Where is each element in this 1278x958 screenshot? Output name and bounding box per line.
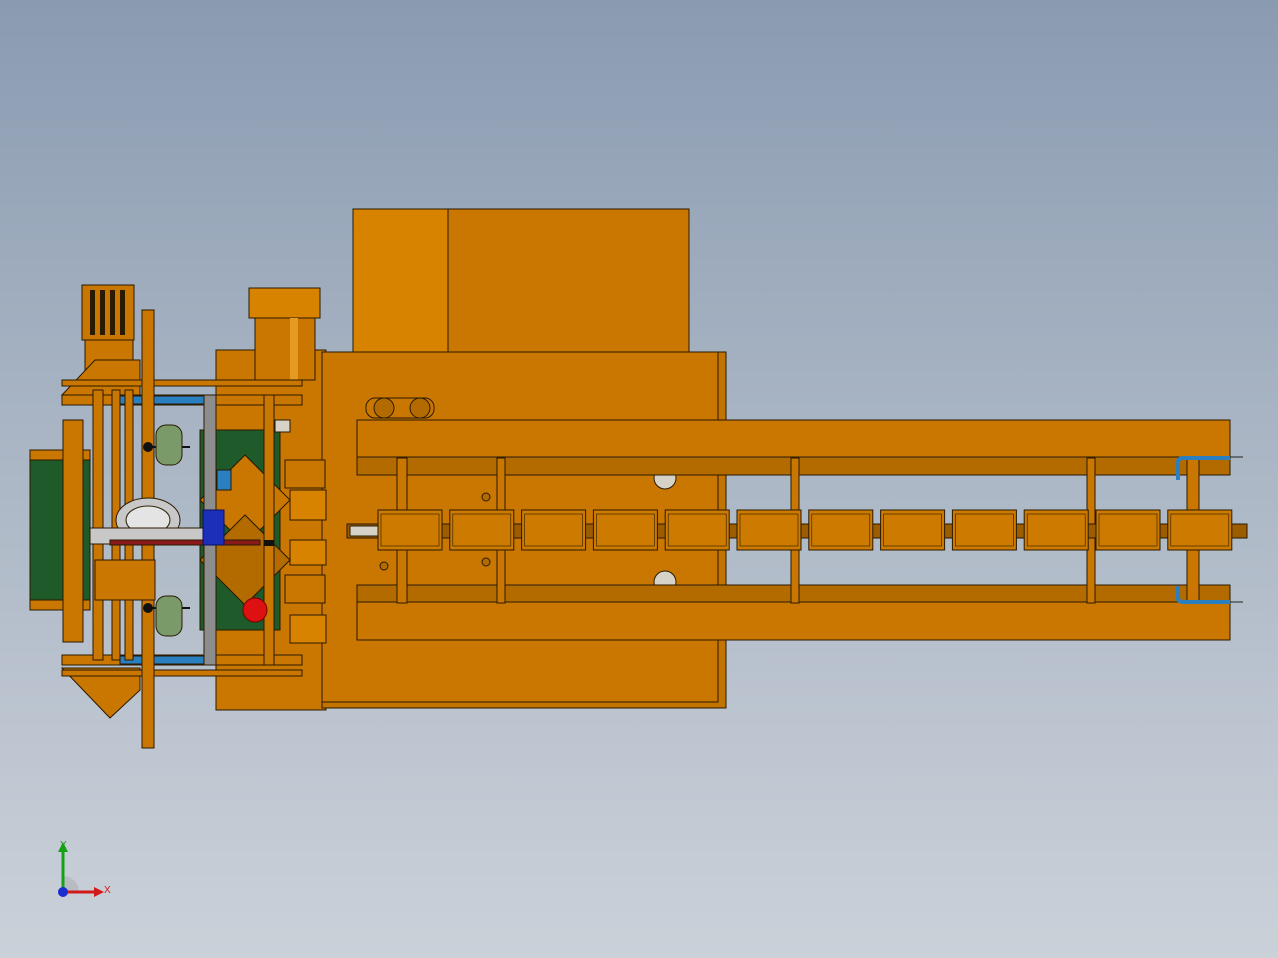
top-housing [352,208,690,355]
conveyor-block [808,509,874,551]
red-ball-handle[interactable] [242,597,268,623]
conveyor-block [592,509,658,551]
machine-model-top-view[interactable] [0,0,1278,958]
conveyor-block [880,509,946,551]
conveyor-block [377,509,443,551]
triad-x-label: X [104,885,111,896]
conveyor-block [1095,509,1161,551]
conveyor-block [1167,509,1233,551]
triad-y-label: Y [60,840,67,851]
cad-viewport[interactable]: Y X [0,0,1278,958]
vertical-cylinder [248,287,321,381]
conveyor-block [1023,509,1089,551]
z-axis-icon [58,887,68,897]
blue-actuator [202,509,225,546]
conveyor-block [664,509,730,551]
conveyor-block [449,509,515,551]
coordinate-triad: Y X [58,840,111,897]
conveyor-block [521,509,587,551]
conveyor-block [951,509,1017,551]
conveyor-block [736,509,802,551]
